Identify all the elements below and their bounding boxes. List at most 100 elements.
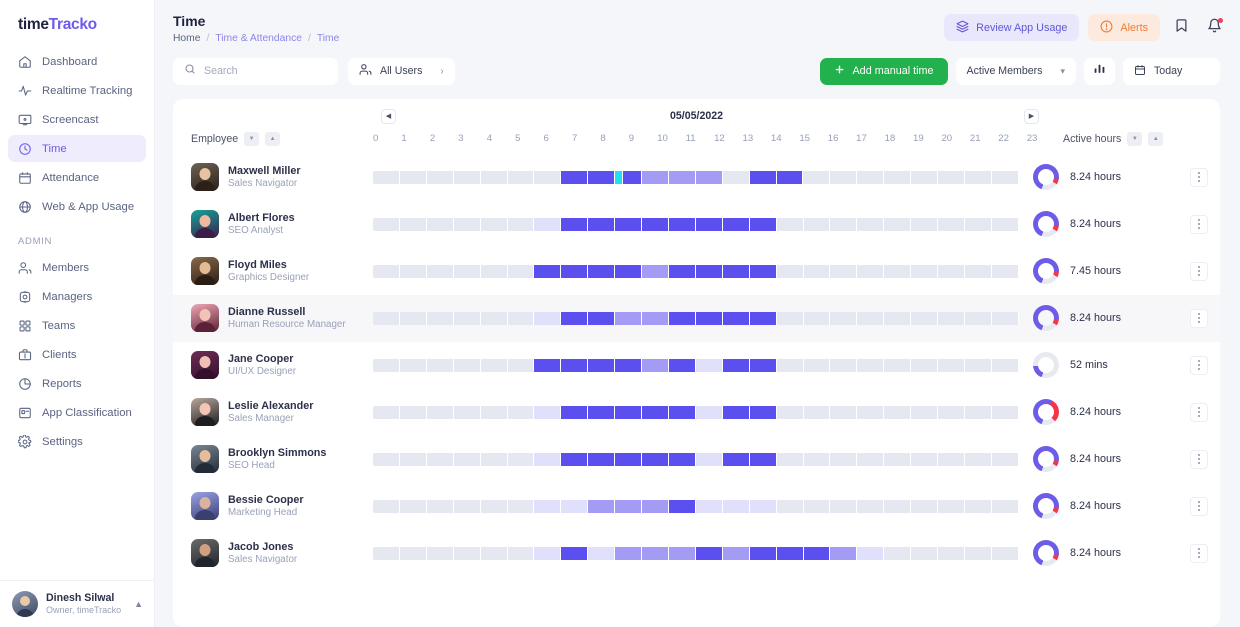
users-icon: [18, 261, 32, 275]
active-hours-donut: [1033, 305, 1059, 332]
breadcrumb-home[interactable]: Home: [173, 33, 200, 44]
next-day-button[interactable]: ▶: [1024, 108, 1039, 124]
timeline-segment: [534, 170, 562, 184]
table-row[interactable]: Maxwell Miller Sales Navigator 8.24 hours: [173, 154, 1220, 201]
chevron-up-icon[interactable]: ▲: [134, 599, 143, 609]
sidebar-item-clients[interactable]: Clients: [8, 341, 146, 368]
timeline-segment: [938, 217, 965, 231]
row-menu-button[interactable]: [1190, 355, 1208, 375]
active-hours-cell: 8.24 hours: [1025, 211, 1190, 238]
table-row[interactable]: Albert Flores SEO Analyst 8.24 hours: [173, 201, 1220, 248]
row-menu-button[interactable]: [1190, 449, 1208, 469]
row-menu-button[interactable]: [1190, 214, 1208, 234]
donut-hole: [1038, 216, 1054, 233]
table-row[interactable]: Brooklyn Simmons SEO Head 8.24 hours: [173, 436, 1220, 483]
timeline-segment: [722, 546, 750, 560]
search-input[interactable]: [204, 65, 327, 78]
bookmark-button[interactable]: [1169, 16, 1193, 40]
timeline-bar[interactable]: [373, 452, 1019, 466]
sidebar-item-screencast[interactable]: Screencast: [8, 106, 146, 133]
active-hours-donut: [1033, 258, 1059, 285]
table-row[interactable]: Dianne Russell Human Resource Manager 8.24…: [173, 294, 1220, 342]
row-menu-button[interactable]: [1190, 402, 1208, 422]
layers-icon: [956, 20, 969, 36]
review-app-usage-button[interactable]: Review App Usage: [944, 14, 1080, 41]
previous-day-button[interactable]: ◀: [381, 108, 396, 124]
app-logo[interactable]: timeTracko: [0, 0, 154, 48]
row-menu-button[interactable]: [1190, 308, 1208, 328]
dot: [1198, 274, 1200, 277]
sidebar-item-realtime-tracking[interactable]: Realtime Tracking: [8, 77, 146, 104]
sidebar-item-label: Reports: [42, 377, 82, 390]
sort-ascending-button[interactable]: ▲: [265, 131, 281, 146]
timeline-segment: [884, 217, 912, 231]
sidebar-item-app-classification[interactable]: App Classification: [8, 399, 146, 426]
sort-descending-button[interactable]: ▼: [1127, 131, 1143, 146]
hour-tick: 22: [998, 133, 1009, 145]
date-range-today-button[interactable]: Today: [1123, 57, 1220, 85]
timeline-segment: [803, 499, 831, 513]
sidebar-item-attendance[interactable]: Attendance: [8, 164, 146, 191]
plus-icon: [834, 64, 845, 78]
sidebar-user-profile[interactable]: Dinesh Silwal Owner, timeTracko ▲: [0, 580, 155, 627]
table-row[interactable]: Leslie Alexander Sales Manager 8.24 hours: [173, 389, 1220, 436]
row-menu-button[interactable]: [1190, 496, 1208, 516]
sort-descending-button[interactable]: ▼: [244, 131, 260, 146]
timeline-segment: [615, 170, 624, 184]
timeline-segment: [991, 358, 1019, 372]
timeline-segment: [507, 499, 535, 513]
timeline-bar[interactable]: [373, 499, 1019, 513]
timeline-segment: [426, 452, 454, 466]
chart-view-button[interactable]: [1084, 57, 1115, 85]
timeline-segment: [480, 217, 508, 231]
table-row[interactable]: Bessie Cooper Marketing Head 8.24 hours: [173, 483, 1220, 530]
dot: [1198, 270, 1200, 273]
sort-ascending-button[interactable]: ▲: [1148, 131, 1164, 146]
alerts-button[interactable]: Alerts: [1088, 14, 1160, 41]
notifications-button[interactable]: [1202, 16, 1226, 40]
timeline-segment: [507, 452, 535, 466]
dot: [1198, 223, 1200, 226]
timeline-segment: [399, 170, 427, 184]
breadcrumb-separator: /: [307, 32, 311, 44]
timeline-segment: [911, 311, 939, 325]
row-menu-button[interactable]: [1190, 167, 1208, 187]
timeline-bar[interactable]: [373, 358, 1019, 372]
table-row[interactable]: Floyd Miles Graphics Designer 7.45 hours: [173, 248, 1220, 295]
all-users-filter[interactable]: All Users ›: [348, 57, 455, 85]
timeline-bar[interactable]: [373, 170, 1019, 184]
timeline-segment: [830, 358, 858, 372]
sidebar-item-web-app-usage[interactable]: Web & App Usage: [8, 193, 146, 220]
employee-name: Floyd Miles: [228, 259, 287, 271]
donut-hole: [1038, 404, 1054, 421]
search-box[interactable]: [173, 57, 338, 85]
breadcrumb-section[interactable]: Time & Attendance: [215, 33, 302, 44]
timeline-bar[interactable]: [373, 311, 1019, 325]
sidebar-item-dashboard[interactable]: Dashboard: [8, 48, 146, 75]
timeline-segment: [964, 405, 992, 419]
table-row[interactable]: Jacob Jones Sales Navigator 8.24 hours: [173, 530, 1220, 577]
sidebar-item-label: Clients: [42, 348, 77, 361]
today-label: Today: [1154, 65, 1183, 78]
sidebar-item-time[interactable]: Time: [8, 135, 146, 162]
add-manual-time-button[interactable]: Add manual time: [820, 57, 948, 85]
timeline-segment: [480, 170, 508, 184]
row-menu-button[interactable]: [1190, 543, 1208, 563]
timeline-segment: [642, 217, 669, 231]
timeline-segment: [911, 452, 939, 466]
table-row[interactable]: Jane Cooper UI/UX Designer 52 mins: [173, 342, 1220, 389]
dot: [1198, 360, 1200, 363]
members-filter-select[interactable]: Active Members ▾: [955, 57, 1076, 85]
timeline-bar[interactable]: [373, 264, 1019, 278]
row-menu-button[interactable]: [1190, 261, 1208, 281]
hour-tick: 6: [543, 133, 549, 145]
timeline-bar[interactable]: [373, 405, 1019, 419]
timeline-bar[interactable]: [373, 217, 1019, 231]
sidebar-item-managers[interactable]: Managers: [8, 283, 146, 310]
sidebar-item-teams[interactable]: Teams: [8, 312, 146, 339]
sidebar-item-members[interactable]: Members: [8, 254, 146, 281]
sidebar-item-settings[interactable]: Settings: [8, 428, 146, 455]
sidebar-item-reports[interactable]: Reports: [8, 370, 146, 397]
timeline-segment: [722, 358, 750, 372]
timeline-bar[interactable]: [373, 546, 1019, 560]
